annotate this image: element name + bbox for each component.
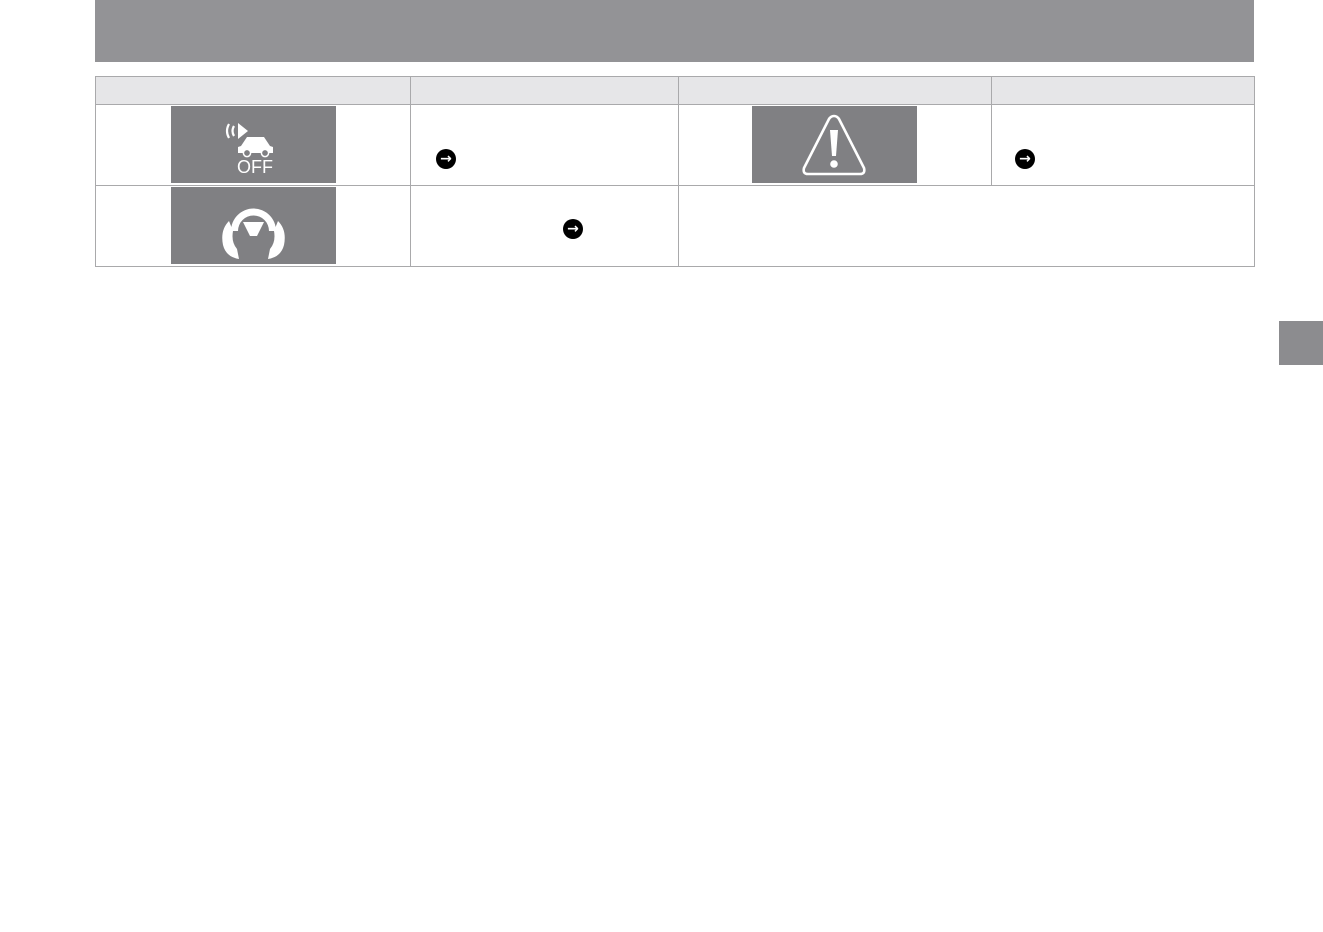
note-cell	[678, 185, 1255, 267]
lamp-cell	[95, 185, 411, 267]
table-row: OFF → →	[95, 104, 1255, 186]
reference-arrow-icon[interactable]: →	[436, 149, 456, 169]
description-cell: →	[410, 104, 679, 186]
lamp-off-text: OFF	[237, 157, 273, 177]
table-header-row	[95, 76, 1255, 105]
lamp-cell: OFF	[95, 104, 411, 186]
chapter-tab[interactable]	[1279, 321, 1323, 365]
column-header-lamp-left	[95, 76, 411, 105]
table-row: →	[95, 185, 1255, 267]
lamp-cell	[678, 104, 992, 186]
reference-arrow-icon[interactable]: →	[563, 219, 583, 239]
description-cell: →	[991, 104, 1255, 186]
steering-wheel-hands-icon	[171, 187, 336, 264]
column-header-lamp-right	[678, 76, 992, 105]
page-header-band	[95, 0, 1254, 62]
column-header-desc-left	[410, 76, 679, 105]
indicator-table: OFF → → →	[95, 76, 1255, 267]
master-warning-icon	[752, 106, 917, 183]
column-header-desc-right	[991, 76, 1255, 105]
reference-arrow-icon[interactable]: →	[1015, 149, 1035, 169]
description-cell: →	[410, 185, 679, 267]
forward-collision-off-icon: OFF	[171, 106, 336, 183]
